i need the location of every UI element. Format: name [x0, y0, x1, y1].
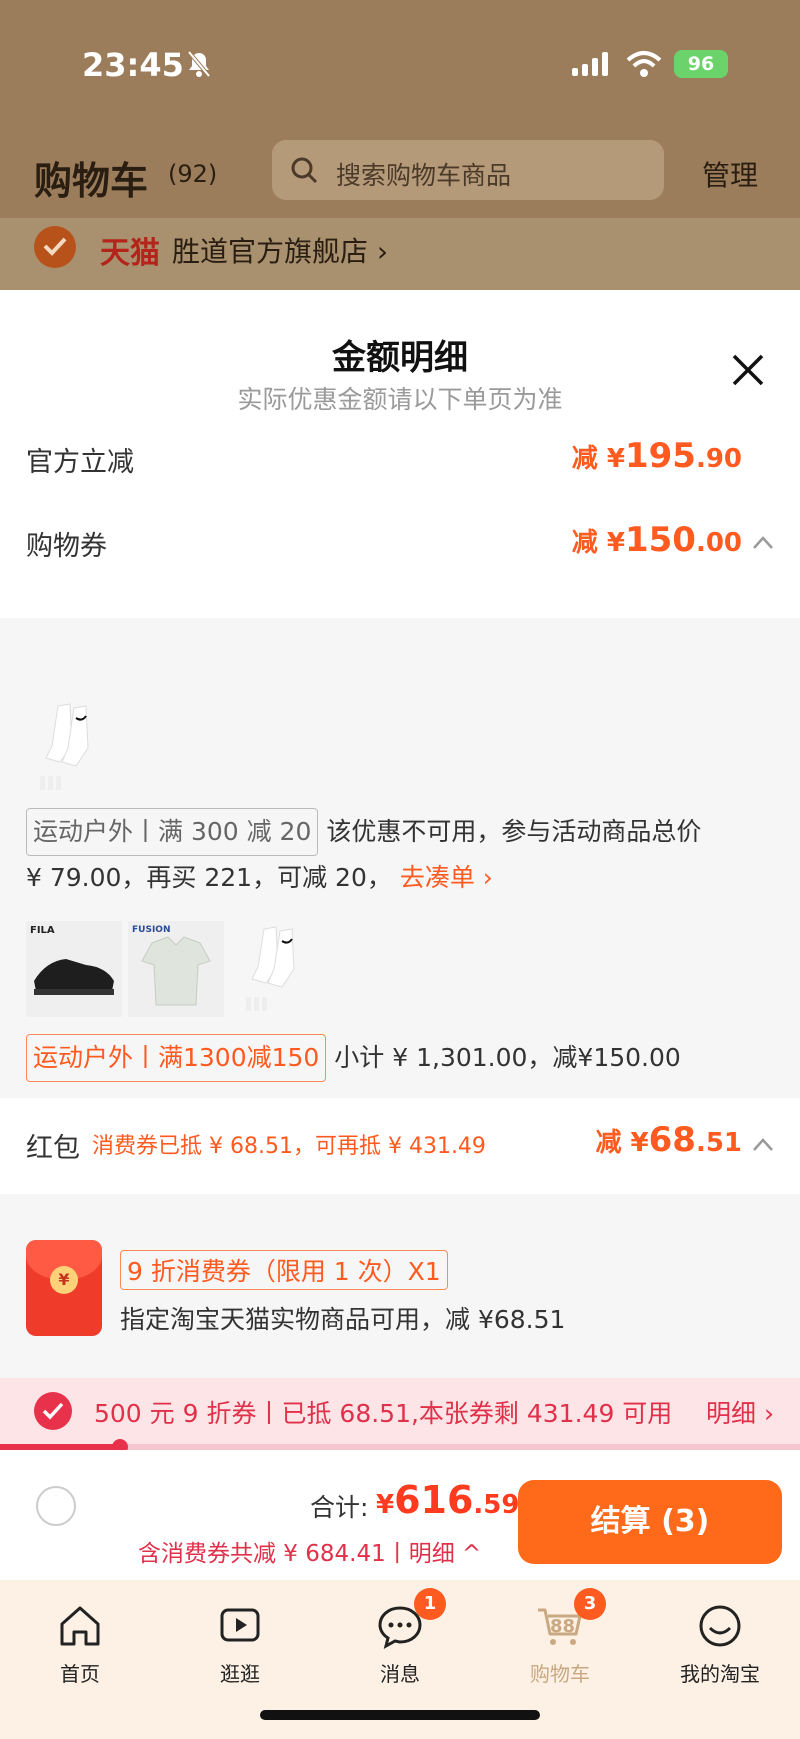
hongbao-label: 红包 [26, 1133, 80, 1164]
hongbao-row[interactable]: 红包 消费券已抵 ¥ 68.51，可再抵 ¥ 431.49 减 ¥68.51 [0, 1098, 800, 1194]
checkout-button[interactable]: 结算 (3) [518, 1480, 782, 1564]
fusion-logo: FUSION [132, 925, 171, 935]
fila-logo: FILA [30, 925, 55, 936]
store-row[interactable]: 天猫 胜道官方旗舰店 › [0, 218, 800, 290]
profile-icon [699, 1605, 741, 1647]
coupon-detail-panel: 运动户外丨满 300 减 20 该优惠不可用，参与活动商品总价 ¥ 79.00，… [0, 618, 800, 1098]
hongbao-detail-panel: ¥ 9 折消费券（限用 1 次）X1 指定淘宝天猫实物商品可用，减 ¥68.51 [0, 1194, 800, 1378]
tab-profile[interactable]: 我的淘宝 [640, 1588, 800, 1698]
saved-detail-link[interactable]: 含消费券共减 ¥ 684.41丨明细 ^ [138, 1534, 481, 1568]
hongbao-summary: 消费券已抵 ¥ 68.51，可再抵 ¥ 431.49 [92, 1134, 486, 1159]
promo-text: 500 元 9 折券丨已抵 68.51,本张券剩 431.49 可用 [94, 1399, 673, 1428]
coupon-tag-1300: 运动户外丨满1300减150 [26, 1034, 327, 1082]
battery-indicator: 96 [674, 50, 728, 78]
chevron-up-icon[interactable] [752, 1136, 774, 1152]
coupon-label: 购物券 [26, 531, 107, 562]
manage-button[interactable]: 管理 [702, 154, 758, 194]
play-icon [220, 1608, 260, 1642]
checkout-bar: 合计: ¥616.59 含消费券共减 ¥ 684.41丨明细 ^ 结算 (3) [0, 1450, 800, 1580]
message-badge: 1 [414, 1588, 446, 1620]
coupon-applied-text: 运动户外丨满1300减150 小计 ¥ 1,301.00，减¥150.00 [26, 1034, 786, 1082]
close-icon[interactable] [728, 350, 768, 390]
tab-browse[interactable]: 逛逛 [160, 1588, 320, 1698]
sheet-subtitle: 实际优惠金额请以下单页为准 [237, 385, 563, 414]
promo-detail-link[interactable]: 明细 › [706, 1394, 774, 1430]
cellular-signal-icon [572, 52, 608, 76]
store-name-link[interactable]: 胜道官方旗舰店 › [172, 230, 388, 270]
home-indicator [260, 1710, 540, 1720]
voucher-promo-bar[interactable]: 500 元 9 折券丨已抵 68.51,本张券剩 431.49 可用 明细 › [0, 1378, 800, 1444]
polo-image [141, 936, 211, 1006]
tab-cart[interactable]: 88 3 购物车 [480, 1588, 640, 1698]
chevron-up-icon[interactable] [752, 534, 774, 550]
tab-home[interactable]: 首页 [0, 1588, 160, 1698]
dimmed-header: 23:45 96 购物车 (92) 搜索购物车商品 管理 天猫 胜道官方旗舰店 … [0, 0, 800, 290]
red-envelope-icon: ¥ [26, 1240, 102, 1336]
cart-badge: 3 [574, 1588, 606, 1620]
promo-checkbox[interactable] [34, 1392, 72, 1430]
tmall-logo: 天猫 [100, 236, 160, 271]
product-thumb-polo[interactable]: FUSION [128, 921, 224, 1017]
store-checkbox[interactable] [34, 226, 76, 268]
official-discount-row: 官方立减 减 ¥195.90 [0, 430, 800, 486]
product-thumb-shoes[interactable]: FILA [26, 921, 122, 1017]
mute-bell-icon [187, 50, 211, 78]
tab-messages[interactable]: 1 消息 [320, 1588, 480, 1698]
check-icon [42, 1402, 64, 1420]
coupon-tag-300: 运动户外丨满 300 减 20 [26, 808, 319, 856]
coupon-amount: 减 ¥150.00 [571, 520, 742, 560]
status-bar: 23:45 96 [0, 0, 800, 120]
check-icon [43, 237, 67, 256]
clock: 23:45 [82, 46, 184, 84]
product-thumb-socks[interactable] [30, 696, 110, 796]
sheet-title: 金额明细 [332, 338, 468, 378]
official-discount-label: 官方立减 [26, 447, 134, 478]
coupon-row[interactable]: 购物券 减 ¥150.00 [0, 512, 800, 572]
add-items-link[interactable]: 去凑单 › [400, 863, 493, 892]
search-input[interactable]: 搜索购物车商品 [272, 140, 664, 200]
search-placeholder: 搜索购物车商品 [336, 161, 512, 190]
page-title: 购物车 [34, 159, 149, 203]
cart-count-in-icon: 88 [550, 1616, 576, 1637]
cart-item-count: (92) [168, 160, 218, 188]
total-label: 合计: [310, 1493, 369, 1522]
voucher-description: 指定淘宝天猫实物商品可用，减 ¥68.51 [120, 1305, 566, 1334]
socks-image [246, 926, 295, 1011]
socks-image [40, 703, 89, 790]
voucher-tag: 9 折消费券（限用 1 次）X1 [120, 1250, 448, 1290]
select-all-checkbox[interactable] [36, 1486, 76, 1526]
home-icon [60, 1606, 100, 1646]
search-icon [291, 157, 318, 184]
wifi-icon [626, 51, 662, 77]
total-amount: ¥616.59 [376, 1478, 520, 1522]
hongbao-amount: 减 ¥68.51 [595, 1120, 742, 1160]
coupon-unavailable-text: 运动户外丨满 300 减 20 该优惠不可用，参与活动商品总价 ¥ 79.00，… [26, 808, 786, 900]
official-discount-amount: 减 ¥195.90 [571, 436, 742, 476]
product-thumb-socks-2[interactable] [236, 921, 316, 1017]
